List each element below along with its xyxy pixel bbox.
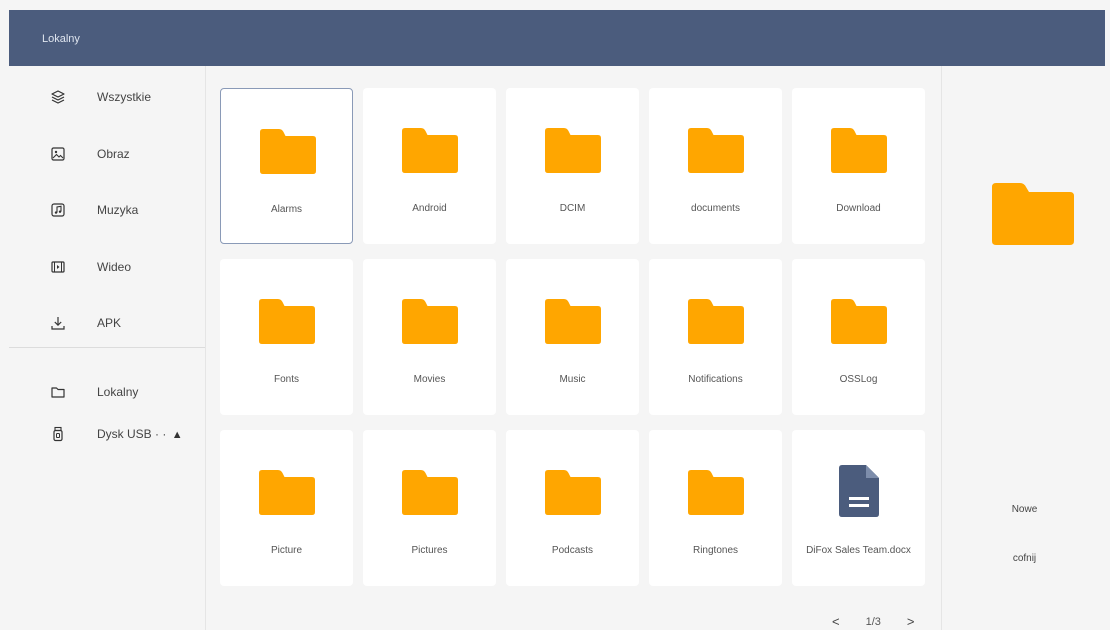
folder-icon [258, 297, 316, 350]
folder-tile[interactable]: Ringtones [649, 430, 782, 586]
file-name: OSSLog [839, 374, 878, 385]
file-name: Download [836, 203, 881, 214]
file-name: Notifications [688, 374, 743, 385]
file-name: Movies [413, 374, 446, 385]
folder-icon [544, 297, 602, 350]
folder-icon [401, 126, 459, 179]
folder-tile[interactable]: Android [363, 88, 496, 244]
music-icon [50, 202, 66, 218]
folder-icon [687, 468, 745, 521]
folder-tile[interactable]: Movies [363, 259, 496, 415]
folder-icon [830, 126, 888, 179]
file-name: Ringtones [692, 545, 739, 556]
folder-tile[interactable]: Music [506, 259, 639, 415]
eject-icon[interactable]: ▲ [172, 429, 183, 441]
next-page-button[interactable]: > [903, 614, 919, 629]
usb-drive-icon [50, 426, 66, 442]
folder-icon [258, 468, 316, 521]
folder-icon [687, 126, 745, 179]
folder-tile[interactable]: Fonts [220, 259, 353, 415]
folder-icon [687, 297, 745, 350]
file-tile[interactable]: DiFox Sales Team.docx [792, 430, 925, 586]
back-button[interactable]: cofnij [942, 553, 1107, 564]
file-manager-window: Lokalny Wszystkie Obraz Muzyka Wideo APK… [0, 0, 1110, 630]
new-button[interactable]: Nowe [942, 504, 1107, 515]
file-name: Picture [270, 545, 303, 556]
sidebar-item-image[interactable]: Obraz [0, 137, 205, 171]
sidebar-item-all[interactable]: Wszystkie [0, 80, 205, 114]
folder-tile[interactable]: Download [792, 88, 925, 244]
prev-page-button[interactable]: < [828, 614, 844, 629]
top-bar: Lokalny [9, 10, 1105, 66]
folder-icon [50, 384, 66, 400]
folder-tile[interactable]: Picture [220, 430, 353, 586]
sidebar-item-music[interactable]: Muzyka [0, 193, 205, 227]
document-icon [838, 464, 880, 523]
folder-tile[interactable]: Notifications [649, 259, 782, 415]
file-name: Pictures [411, 545, 448, 556]
folder-tile[interactable]: Alarms [220, 88, 353, 244]
folder-tile[interactable]: Podcasts [506, 430, 639, 586]
folder-tile[interactable]: OSSLog [792, 259, 925, 415]
sidebar-item-video[interactable]: Wideo [0, 250, 205, 284]
sidebar-item-usb[interactable]: Dysk USB · · ▲ [0, 417, 205, 451]
file-name: Podcasts [551, 545, 594, 556]
video-icon [50, 259, 66, 275]
sidebar-item-label: Dysk USB · · ▲ [97, 427, 183, 441]
folder-icon [401, 297, 459, 350]
layers-icon [50, 89, 66, 105]
sidebar: Wszystkie Obraz Muzyka Wideo APK Lokalny… [0, 66, 206, 630]
usb-drive-label: Dysk USB · · [97, 427, 167, 441]
file-name: Android [412, 203, 447, 214]
download-icon [50, 315, 66, 331]
sidebar-item-label: APK [97, 316, 122, 330]
page-indicator: 1/3 [865, 615, 881, 628]
folder-icon [401, 468, 459, 521]
folder-icon [830, 297, 888, 350]
folder-icon [259, 127, 317, 180]
sidebar-item-local[interactable]: Lokalny [0, 375, 205, 409]
folder-tile[interactable]: documents [649, 88, 782, 244]
sidebar-item-label: Obraz [97, 147, 130, 161]
file-name: Alarms [270, 204, 303, 215]
sidebar-item-label: Muzyka [97, 203, 139, 217]
preview-folder-icon [990, 179, 1076, 254]
folder-tile[interactable]: DCIM [506, 88, 639, 244]
file-name: Music [559, 374, 586, 385]
folder-icon [544, 126, 602, 179]
sidebar-divider [9, 347, 205, 348]
folder-icon [544, 468, 602, 521]
file-name: Fonts [273, 374, 299, 385]
sidebar-item-label: Wszystkie [97, 90, 151, 104]
sidebar-item-apk[interactable]: APK [0, 306, 205, 340]
sidebar-item-label: Lokalny [97, 385, 139, 399]
pagination: < 1/3 > [828, 614, 918, 629]
page-title: Lokalny [42, 33, 80, 45]
file-name: DiFox Sales Team.docx [806, 545, 911, 556]
preview-panel: Nowe cofnij [941, 66, 1110, 630]
image-icon [50, 146, 66, 162]
sidebar-item-label: Wideo [97, 260, 132, 274]
file-name: DCIM [559, 203, 586, 214]
file-name: documents [691, 203, 740, 214]
folder-tile[interactable]: Pictures [363, 430, 496, 586]
